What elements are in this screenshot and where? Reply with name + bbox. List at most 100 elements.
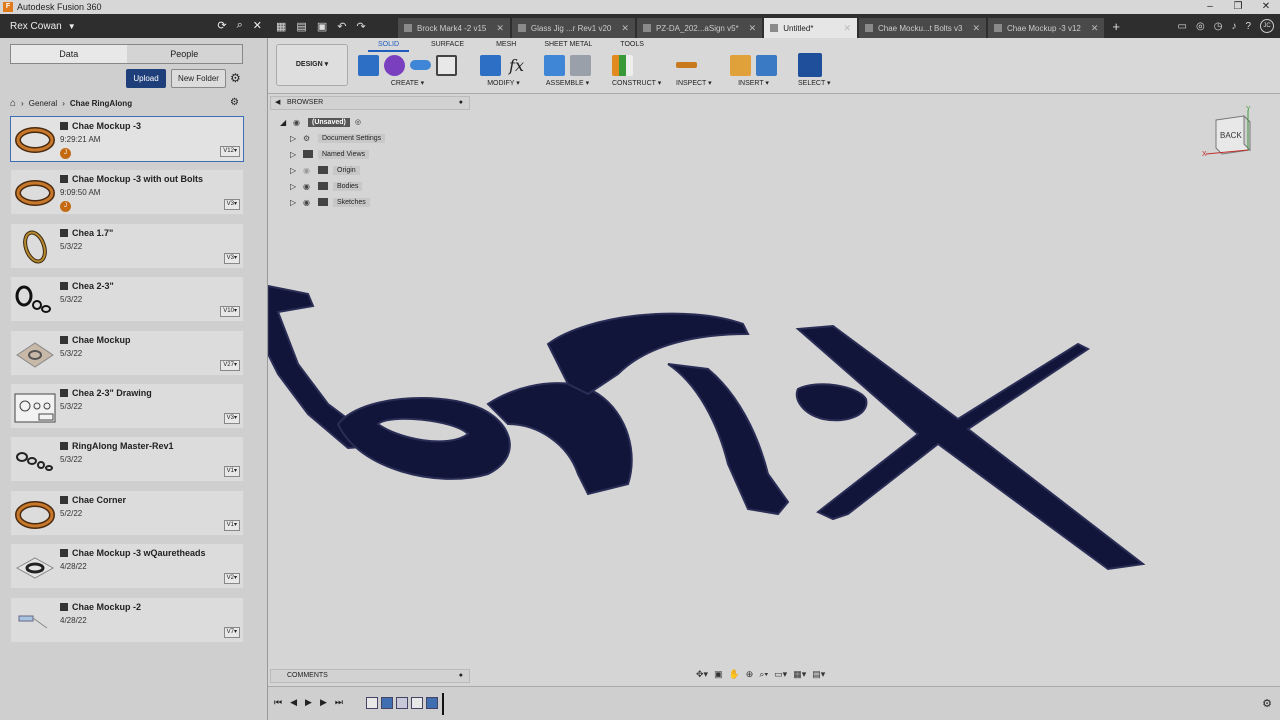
close-tab-icon[interactable]: ✕ <box>621 23 629 34</box>
version-badge[interactable]: V12▾ <box>220 146 240 157</box>
display-settings-icon[interactable]: ▭▾ <box>774 669 787 680</box>
visibility-icon[interactable]: ◉ <box>303 182 313 191</box>
pin-icon[interactable]: ● <box>459 670 463 682</box>
search-icon[interactable]: ⌕ <box>237 19 243 32</box>
visibility-icon[interactable]: ◉ <box>293 118 303 127</box>
zoom-icon[interactable]: ⊕ <box>746 669 754 680</box>
new-component-icon[interactable] <box>358 54 379 76</box>
form-feature-icon[interactable] <box>396 697 408 709</box>
create-sketch-icon[interactable] <box>436 54 457 76</box>
refresh-icon[interactable]: ⟳ <box>217 19 226 32</box>
minimize-button[interactable]: – <box>1196 0 1224 14</box>
list-item[interactable]: Chae Mockup -2 4/28/22 V7▾ <box>10 596 244 643</box>
offset-plane-icon[interactable] <box>612 54 633 76</box>
help-icon[interactable]: ? <box>1245 21 1251 32</box>
list-item[interactable]: Chae Mockup 5/3/22 V27▾ <box>10 329 244 376</box>
grid-settings-icon[interactable]: ▦▾ <box>793 669 806 680</box>
select-icon[interactable] <box>798 53 822 77</box>
tree-item[interactable]: ▷ ⚙ Document Settings <box>280 130 386 146</box>
new-folder-button[interactable]: New Folder <box>171 69 226 88</box>
play-icon[interactable]: ▶ <box>305 697 312 708</box>
chevron-down-icon[interactable]: ◀ <box>275 97 280 109</box>
close-button[interactable]: ✕ <box>1252 0 1280 14</box>
assemble-menu[interactable]: ASSEMBLE ▾ <box>544 79 591 87</box>
expand-icon[interactable]: ▷ <box>290 150 298 159</box>
browser-panel-header[interactable]: ◀ BROWSER ● <box>270 96 470 110</box>
extrude-icon[interactable] <box>410 60 431 70</box>
version-badge[interactable]: V7▾ <box>223 626 240 638</box>
doc-tab-active[interactable]: Untitled* ✕ <box>764 18 857 38</box>
tree-item[interactable]: ▷ ◉ Origin <box>280 162 385 178</box>
close-tab-icon[interactable]: ✕ <box>496 23 504 34</box>
save-icon[interactable]: ▣ <box>317 20 327 33</box>
fit-icon[interactable]: ⌕▾ <box>759 669 768 680</box>
viewcube-face[interactable]: BACK <box>1220 131 1242 140</box>
version-badge[interactable]: V3▾ <box>223 199 240 211</box>
home-icon[interactable]: ⌂ <box>10 98 16 109</box>
avatar[interactable]: JC <box>1260 19 1274 33</box>
tree-item[interactable]: ▷ Named Views <box>280 146 385 162</box>
list-item[interactable]: Chae Mockup -3 9:29:21 AM J V12▾ <box>10 116 244 162</box>
create-menu[interactable]: CREATE ▾ <box>358 79 457 87</box>
step-back-icon[interactable]: ◀ <box>290 697 297 708</box>
sketch-feature-icon[interactable] <box>411 697 423 709</box>
upload-button[interactable]: Upload <box>126 69 166 88</box>
version-badge[interactable]: V2▾ <box>223 573 240 585</box>
version-badge[interactable]: V3▾ <box>223 252 240 264</box>
select-menu[interactable]: SELECT ▾ <box>798 79 831 87</box>
close-panel-icon[interactable]: ✕ <box>253 19 262 32</box>
construct-menu[interactable]: CONSTRUCT ▾ <box>612 79 661 87</box>
tab-tools[interactable]: TOOLS <box>610 39 654 52</box>
list-item[interactable]: RingAlong Master-Rev1 5/3/22 V1▾ <box>10 436 244 483</box>
team-hub-selector[interactable]: Rex Cowan ▼ ⟳ ⌕ ✕ <box>0 14 268 38</box>
doc-tab[interactable]: Chae Mocku...t Bolts v3 ✕ <box>859 18 987 38</box>
expand-icon[interactable]: ▷ <box>290 198 298 207</box>
inspect-menu[interactable]: INSPECT ▾ <box>676 79 712 87</box>
tree-item[interactable]: ▷ ◉ Bodies <box>280 178 385 194</box>
measure-icon[interactable] <box>676 62 697 68</box>
doc-tab[interactable]: PZ-DA_202...aSign v5* ✕ <box>636 18 763 38</box>
file-menu-icon[interactable]: ▤ <box>296 20 306 33</box>
version-badge[interactable]: V1▾ <box>223 519 240 531</box>
modify-menu[interactable]: MODIFY ▾ <box>480 79 527 87</box>
list-item[interactable]: Chea 2-3" 5/3/22 V10▾ <box>10 276 244 323</box>
project-settings-icon[interactable]: ⚙ <box>230 97 239 108</box>
list-item[interactable]: Chea 2-3" Drawing 5/3/22 V3▾ <box>10 382 244 429</box>
create-form-icon[interactable] <box>384 54 405 76</box>
grid-menu-icon[interactable]: ▦ <box>276 20 286 33</box>
list-item[interactable]: Chae Mockup -3 wQauretheads 4/28/22 V2▾ <box>10 543 244 590</box>
extensions-icon[interactable]: ◎ <box>1196 21 1205 32</box>
gear-icon[interactable]: ⚙ <box>230 71 241 85</box>
tab-sheet-metal[interactable]: SHEET METAL <box>534 39 602 52</box>
chat-icon[interactable]: ▭ <box>1178 21 1187 32</box>
insert-canvas-icon[interactable] <box>756 54 777 76</box>
doc-tab[interactable]: Glass Jig ...r Rev1 v20 ✕ <box>511 18 635 38</box>
tab-data[interactable]: Data <box>11 45 127 63</box>
viewcube[interactable]: BACK X Y <box>1202 106 1262 162</box>
insert-menu[interactable]: INSERT ▾ <box>730 79 777 87</box>
list-item[interactable]: Chea 1.7" 5/3/22 V3▾ <box>10 222 244 269</box>
step-forward-icon[interactable]: ▶ <box>320 697 327 708</box>
close-tab-icon[interactable]: ✕ <box>843 23 851 34</box>
version-badge[interactable]: V27▾ <box>220 359 240 371</box>
version-badge[interactable]: V3▾ <box>223 412 240 424</box>
tab-solid[interactable]: SOLID <box>368 39 410 52</box>
gear-icon[interactable]: ⚙ <box>1262 697 1272 710</box>
parameters-icon[interactable]: fx <box>506 55 527 76</box>
doc-tab[interactable]: Brock Mark4 -2 v15 ✕ <box>398 18 510 38</box>
extrude-feature-icon[interactable] <box>426 697 438 709</box>
canvas-viewport[interactable] <box>268 94 1280 704</box>
redo-icon[interactable]: ↷ <box>356 20 365 33</box>
doc-tab[interactable]: Chae Mockup -3 v12 ✕ <box>988 18 1105 38</box>
tab-mesh[interactable]: MESH <box>486 39 526 52</box>
press-pull-icon[interactable] <box>480 54 501 76</box>
go-to-end-icon[interactable]: ⏭ <box>335 697 343 708</box>
version-badge[interactable]: V1▾ <box>223 466 240 478</box>
insert-svg-icon[interactable] <box>730 54 751 76</box>
tab-people[interactable]: People <box>126 45 242 63</box>
workspace-switcher[interactable]: DESIGN ▾ <box>276 44 348 86</box>
visibility-icon[interactable]: ◉ <box>303 166 313 175</box>
tree-item[interactable]: ▷ ◉ Sketches <box>280 194 385 210</box>
viewports-icon[interactable]: ▤▾ <box>812 669 825 680</box>
job-status-icon[interactable]: ◷ <box>1214 21 1223 32</box>
